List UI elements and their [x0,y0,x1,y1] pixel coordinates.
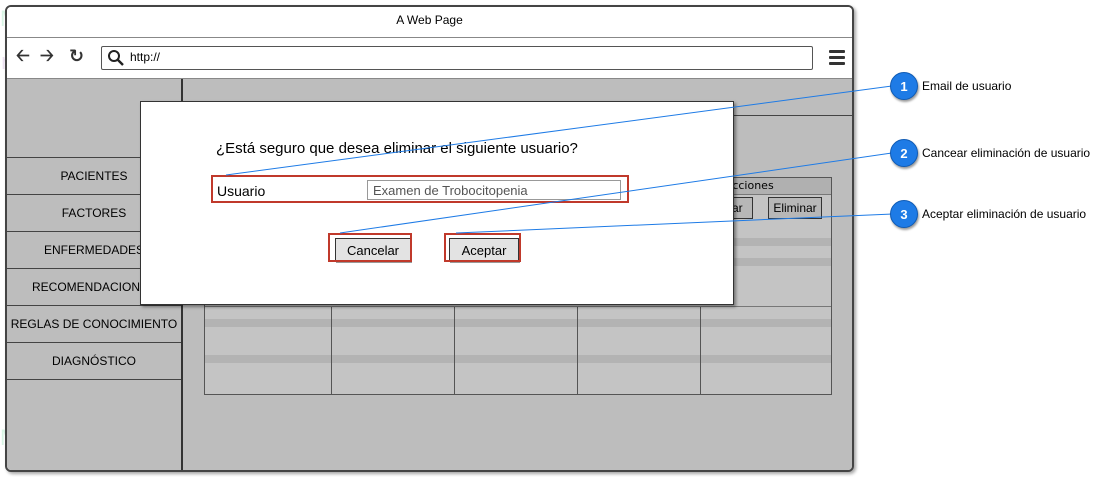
callout-line-3 [455,213,893,234]
callout-lines [225,85,893,234]
callout-text-1: Email de usuario [922,79,1012,93]
callout-badge-2: 2 [890,139,918,167]
callout-badge-3: 3 [890,200,918,228]
callout-text-3: Aceptar eliminación de usuario [922,207,1087,221]
callout-badge-1: 1 [890,72,918,100]
callout-line-2 [339,152,893,234]
callout-line-1 [225,85,893,176]
callout-text-2: Cancear eliminación de usuario [922,146,1091,160]
